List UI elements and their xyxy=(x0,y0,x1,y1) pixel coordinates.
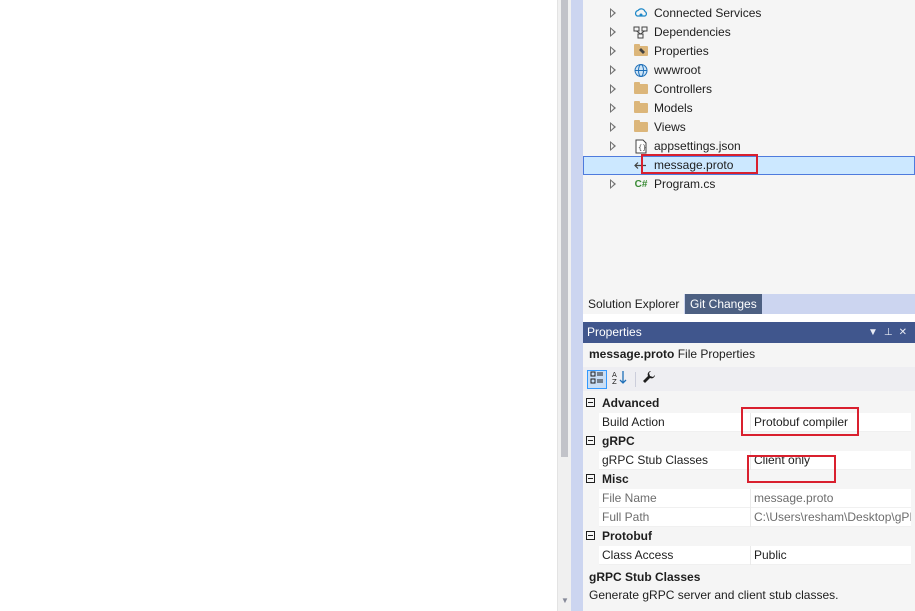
folder-icon xyxy=(634,101,648,113)
dependencies-icon xyxy=(633,25,649,40)
tree-item-views[interactable]: Views xyxy=(583,118,915,137)
globe-icon xyxy=(633,63,649,78)
tree-item-label: Dependencies xyxy=(654,25,731,39)
expand-arrow-icon[interactable] xyxy=(610,179,616,189)
expand-arrow-icon[interactable] xyxy=(610,122,616,132)
property-pages-wrench-icon[interactable] xyxy=(639,370,659,389)
folder-icon xyxy=(634,82,648,94)
description-text: Generate gRPC server and client stub cla… xyxy=(589,588,839,602)
window-controls: ▼⊥✕ xyxy=(868,325,913,340)
property-value[interactable]: Public xyxy=(754,548,911,563)
category-name: Protobuf xyxy=(602,529,652,543)
expand-arrow-icon[interactable] xyxy=(610,8,616,18)
tab-solution-explorer[interactable]: Solution Explorer xyxy=(583,294,685,314)
description-title: gRPC Stub Classes xyxy=(589,570,701,584)
tree-item-label: Connected Services xyxy=(654,6,762,20)
toolbar-separator xyxy=(635,372,636,387)
collapse-icon[interactable] xyxy=(586,436,595,445)
property-name: Build Action xyxy=(602,415,665,429)
properties-title-bar[interactable]: Properties ▼⊥✕ xyxy=(583,322,915,343)
tree-item-label: Models xyxy=(654,101,693,115)
scroll-down-arrow-icon[interactable]: ▼ xyxy=(559,596,571,606)
tree-item-label: Program.cs xyxy=(654,177,716,191)
properties-folder-icon xyxy=(634,44,648,56)
tree-item-label: appsettings.json xyxy=(654,139,741,153)
expand-arrow-icon[interactable] xyxy=(610,27,616,37)
column-divider xyxy=(750,546,751,565)
column-divider xyxy=(750,508,751,527)
highlight-box xyxy=(641,154,758,174)
expand-arrow-icon[interactable] xyxy=(610,103,616,113)
tree-item-label: Controllers xyxy=(654,82,713,96)
alphabetical-sort-icon[interactable]: AZ xyxy=(610,370,630,389)
tab-git-changes[interactable]: Git Changes xyxy=(685,294,762,314)
column-divider xyxy=(750,489,751,508)
property-row-full-path[interactable]: Full Path C:\Users\resham\Desktop\gPI xyxy=(599,508,911,527)
object-name: message.proto xyxy=(589,347,675,361)
property-name: Full Path xyxy=(602,510,650,524)
expand-arrow-icon[interactable] xyxy=(610,84,616,94)
close-icon[interactable]: ✕ xyxy=(899,327,913,338)
property-row-file-name[interactable]: File Name message.proto xyxy=(599,489,911,508)
expand-arrow-icon[interactable] xyxy=(610,46,616,56)
connected-services-icon xyxy=(633,6,649,21)
tree-item-models[interactable]: Models xyxy=(583,99,915,118)
tree-item-controllers[interactable]: Controllers xyxy=(583,80,915,99)
scrollbar-thumb[interactable] xyxy=(561,0,568,457)
tree-item-label: Views xyxy=(654,120,686,134)
property-value: message.proto xyxy=(754,491,834,505)
tree-item-connected-services[interactable]: Connected Services xyxy=(583,4,915,23)
property-row-class-access[interactable]: Class Access Public xyxy=(599,546,911,565)
property-value: C:\Users\resham\Desktop\gPI xyxy=(754,510,911,524)
dock-frame xyxy=(571,0,583,611)
category-name: Misc xyxy=(602,472,629,486)
svg-text:{}: {} xyxy=(638,144,646,152)
pin-icon[interactable]: ⊥ xyxy=(884,327,899,338)
highlight-box xyxy=(741,407,859,436)
properties-title: Properties xyxy=(587,325,642,339)
collapse-icon[interactable] xyxy=(586,531,595,540)
category-name: Advanced xyxy=(602,396,660,410)
property-name: File Name xyxy=(602,491,657,505)
json-file-icon: {} xyxy=(633,139,649,154)
object-type: File Properties xyxy=(677,347,756,361)
tree-item-wwwroot[interactable]: wwwroot xyxy=(583,61,915,80)
editor-pane[interactable] xyxy=(0,0,557,611)
category-protobuf[interactable]: Protobuf xyxy=(583,527,915,546)
tree-item-label: wwwroot xyxy=(654,63,701,77)
expand-arrow-icon[interactable] xyxy=(610,65,616,75)
tree-item-label: Properties xyxy=(654,44,709,58)
csharp-file-icon: C# xyxy=(634,179,648,190)
folder-icon xyxy=(634,120,648,132)
dropdown-icon[interactable]: ▼ xyxy=(868,327,884,338)
collapse-icon[interactable] xyxy=(586,398,595,407)
highlight-box xyxy=(747,455,836,483)
tree-item-dependencies[interactable]: Dependencies xyxy=(583,23,915,42)
category-name: gRPC xyxy=(602,434,635,448)
svg-text:Z: Z xyxy=(612,378,617,385)
tree-item-properties[interactable]: Properties xyxy=(583,42,915,61)
collapse-icon[interactable] xyxy=(586,474,595,483)
expand-arrow-icon[interactable] xyxy=(610,141,616,151)
property-name: Class Access xyxy=(602,548,674,562)
tree-item-program-cs[interactable]: C# Program.cs xyxy=(583,175,915,194)
properties-object-selector[interactable]: message.proto File Properties xyxy=(589,347,755,362)
properties-toolbar xyxy=(583,367,915,391)
property-name: gRPC Stub Classes xyxy=(602,453,709,467)
categorized-icon[interactable] xyxy=(587,370,607,389)
